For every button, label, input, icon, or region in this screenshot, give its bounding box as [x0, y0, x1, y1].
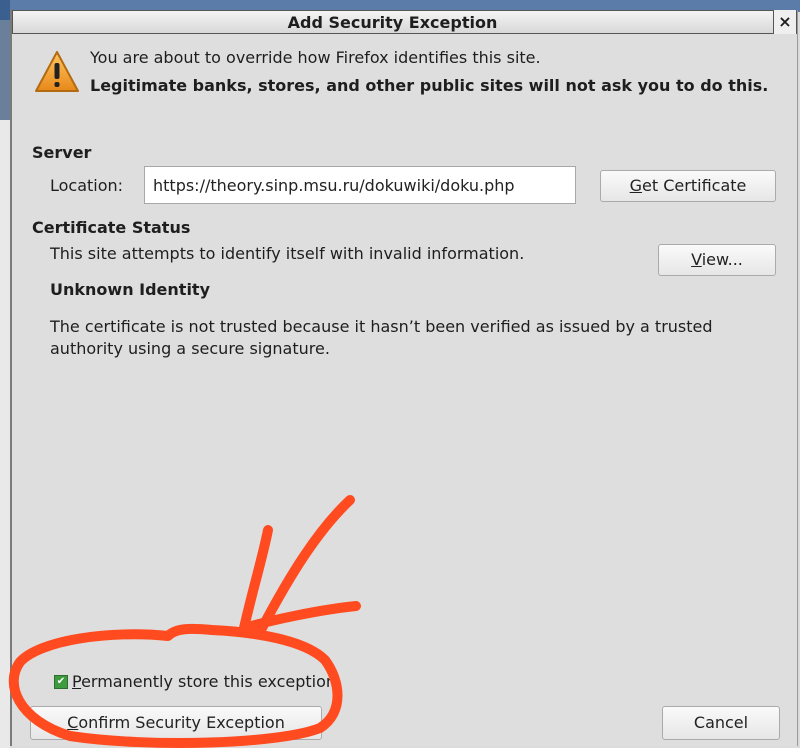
view-mnemonic: V: [691, 250, 702, 269]
view-label: iew...: [701, 250, 743, 269]
location-input[interactable]: [144, 166, 576, 204]
certificate-status-heading: Certificate Status: [32, 218, 191, 237]
warning-triangle-icon: [35, 51, 79, 92]
permanent-store-text: ermanently store this exception: [81, 672, 337, 691]
confirm-security-exception-button[interactable]: Confirm Security Exception: [30, 706, 322, 740]
location-label: Location:: [50, 176, 124, 195]
invalid-information-text: This site attempts to identify itself wi…: [50, 244, 525, 263]
permanent-store-checkbox[interactable]: ✔: [54, 675, 68, 689]
permanent-store-label[interactable]: Permanently store this exception: [72, 672, 336, 691]
permanent-store-mnemonic: P: [72, 672, 82, 691]
intro-text: You are about to override how Firefox id…: [90, 48, 541, 67]
view-button[interactable]: View...: [658, 244, 776, 276]
intro-warning-text: Legitimate banks, stores, and other publ…: [90, 76, 769, 95]
server-heading: Server: [32, 143, 92, 162]
confirm-label: onfirm Security Exception: [78, 713, 285, 732]
get-certificate-button[interactable]: Get Certificate: [600, 170, 776, 202]
dialog-titlebar[interactable]: Add Security Exception ×: [12, 10, 797, 34]
cancel-button[interactable]: Cancel: [662, 706, 780, 740]
unknown-identity-heading: Unknown Identity: [50, 280, 211, 299]
dialog-title: Add Security Exception: [287, 13, 498, 32]
get-certificate-mnemonic: G: [629, 176, 643, 195]
confirm-mnemonic: C: [67, 713, 79, 732]
checkmark-icon: ✔: [56, 676, 66, 687]
close-button[interactable]: ×: [773, 10, 796, 34]
get-certificate-label: et Certificate: [642, 176, 747, 195]
desktop-background-left: [0, 0, 10, 748]
identity-detail-text: The certificate is not trusted because i…: [50, 317, 713, 358]
add-security-exception-dialog: Add Security Exception × You are about t…: [10, 10, 798, 746]
